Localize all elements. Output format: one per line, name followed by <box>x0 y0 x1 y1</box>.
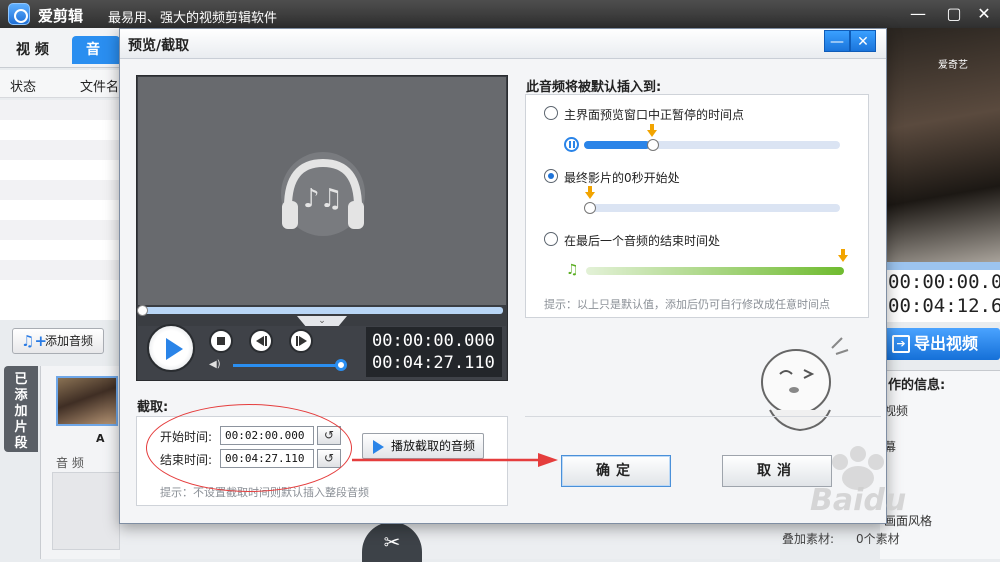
annotation-arrow <box>352 453 558 467</box>
volume-knob[interactable] <box>335 359 347 371</box>
app-slogan: 最易用、强大的视频剪辑软件 <box>108 11 278 26</box>
tab-audio[interactable]: 音 频 <box>72 36 120 86</box>
ok-button[interactable]: 确定 <box>561 455 671 487</box>
tab-video[interactable]: 视 频 <box>2 36 63 64</box>
insert-timeline-track-3[interactable] <box>586 267 844 275</box>
list-row[interactable] <box>0 200 120 220</box>
iqiyi-watermark: 爱奇艺 <box>938 60 968 71</box>
dialog-separator <box>525 416 881 417</box>
app-name: 爱剪辑 <box>38 7 84 25</box>
main-time-total: 00:04:12.600 <box>888 295 1000 317</box>
export-video-button[interactable]: ➔ 导出视频 <box>884 328 1000 360</box>
insert-timeline-fill-1 <box>584 141 650 149</box>
dialog-titlebar: 预览/截取 — ✕ <box>120 29 886 59</box>
audio-track-label: 音 频 <box>56 456 84 470</box>
main-preview-progress[interactable] <box>886 262 1000 270</box>
insert-section-label: 此音频将被默认插入到: <box>526 80 662 95</box>
overlay-count: 叠加素材: 0个素材 <box>782 530 900 547</box>
player-time-total: 00:04:27.110 <box>372 353 495 373</box>
dialog-minimize-button[interactable]: — <box>824 30 850 52</box>
clip-thumbnail[interactable] <box>56 376 118 426</box>
list-row[interactable] <box>0 180 120 200</box>
list-row[interactable] <box>0 280 120 300</box>
insert-timeline-knob-2[interactable] <box>584 202 596 214</box>
overlay-value: 0个素材 <box>856 532 900 546</box>
added-clips-label: 已添加片段 <box>14 372 28 451</box>
insert-hint: 提示：以上只是默认值，添加后仍可自行修改成任意时间点 <box>544 298 830 311</box>
audio-player: ♪♫ ⌄ ◀) 00:00:00.000 00:04:27.110 <box>136 75 508 381</box>
volume-slider[interactable] <box>233 364 341 367</box>
next-button[interactable] <box>289 329 313 353</box>
column-filename[interactable]: 文件名 <box>80 76 119 95</box>
list-row[interactable] <box>0 240 120 260</box>
timeline-strip <box>120 522 780 559</box>
add-audio-button[interactable]: ♫+ 添加音频 <box>12 328 104 354</box>
music-note-icon: ♫ <box>566 262 579 278</box>
audio-list-header: 状态 文件名 <box>0 70 120 98</box>
add-audio-label: 添加音频 <box>45 334 94 348</box>
list-row[interactable] <box>0 260 120 280</box>
added-clips-tab[interactable]: 已添加片段 <box>4 366 38 452</box>
previous-button[interactable] <box>249 329 273 353</box>
insert-option-label-2[interactable]: 最终影片的0秒开始处 <box>564 169 680 186</box>
insert-option-radio-2[interactable] <box>544 169 558 183</box>
annotation-ellipse <box>146 404 352 492</box>
list-row[interactable] <box>0 100 120 120</box>
audio-list <box>0 100 120 320</box>
pin-arrow-icon <box>838 249 848 263</box>
stop-button[interactable] <box>209 329 233 353</box>
maximize-button[interactable]: ▢ <box>940 2 968 26</box>
insert-option-label-1[interactable]: 主界面预览窗口中正暂停的时间点 <box>564 106 744 123</box>
play-button[interactable] <box>147 324 195 372</box>
column-status[interactable]: 状态 <box>10 76 36 95</box>
cancel-button[interactable]: 取消 <box>722 455 832 487</box>
close-button[interactable]: ✕ <box>970 2 998 26</box>
insert-option-label-3[interactable]: 在最后一个音频的结束时间处 <box>564 232 720 249</box>
list-row[interactable] <box>0 140 120 160</box>
insert-option-radio-1[interactable] <box>544 106 558 120</box>
cut-section-label: 截取: <box>137 400 169 415</box>
main-preview-time: 00:00:00.000 00:04:12.600 <box>886 270 1000 322</box>
list-row[interactable] <box>0 220 120 240</box>
info-item: 视频 <box>884 404 909 418</box>
svg-text:♪♫: ♪♫ <box>303 184 343 214</box>
pause-icon <box>564 137 579 152</box>
overlay-label: 叠加素材: <box>782 532 835 546</box>
player-seek-knob[interactable] <box>137 305 148 316</box>
export-label: 导出视频 <box>914 334 979 353</box>
player-time-display: 00:00:00.000 00:04:27.110 <box>366 327 502 377</box>
insert-option-radio-3[interactable] <box>544 232 558 246</box>
list-row[interactable] <box>0 160 120 180</box>
play-cut-label: 播放截取的音频 <box>391 439 476 453</box>
app-logo-icon <box>8 3 30 25</box>
clip-label: A <box>96 432 105 445</box>
export-icon: ➔ <box>892 335 910 353</box>
info-item: 画面风格 <box>884 514 933 528</box>
pin-arrow-icon <box>647 124 657 138</box>
insert-timeline-knob-1[interactable] <box>647 139 659 151</box>
audio-track[interactable] <box>52 472 120 550</box>
main-time-current: 00:00:00.000 <box>888 271 1000 293</box>
volume-icon: ◀) <box>209 359 221 370</box>
headphone-music-icon: ♪♫ <box>281 152 365 236</box>
player-time-current: 00:00:00.000 <box>372 331 495 351</box>
mascot-illustration <box>761 337 849 432</box>
list-row[interactable] <box>0 120 120 140</box>
minimize-button[interactable]: — <box>904 2 932 26</box>
insert-timeline-track-2[interactable] <box>586 204 840 212</box>
main-tabbar: 视 频 音 频 <box>0 28 120 86</box>
dialog-title: 预览/截取 <box>128 38 190 54</box>
info-title: 作的信息: <box>888 378 946 393</box>
add-music-icon: ♫+ <box>21 332 48 350</box>
player-seek-bar[interactable] <box>141 307 503 314</box>
pin-arrow-icon <box>585 186 595 200</box>
player-screen: ♪♫ <box>138 77 506 305</box>
app-titlebar: 爱剪辑 最易用、强大的视频剪辑软件 — ▢ ✕ <box>0 0 1000 28</box>
dialog-close-button[interactable]: ✕ <box>850 30 876 52</box>
